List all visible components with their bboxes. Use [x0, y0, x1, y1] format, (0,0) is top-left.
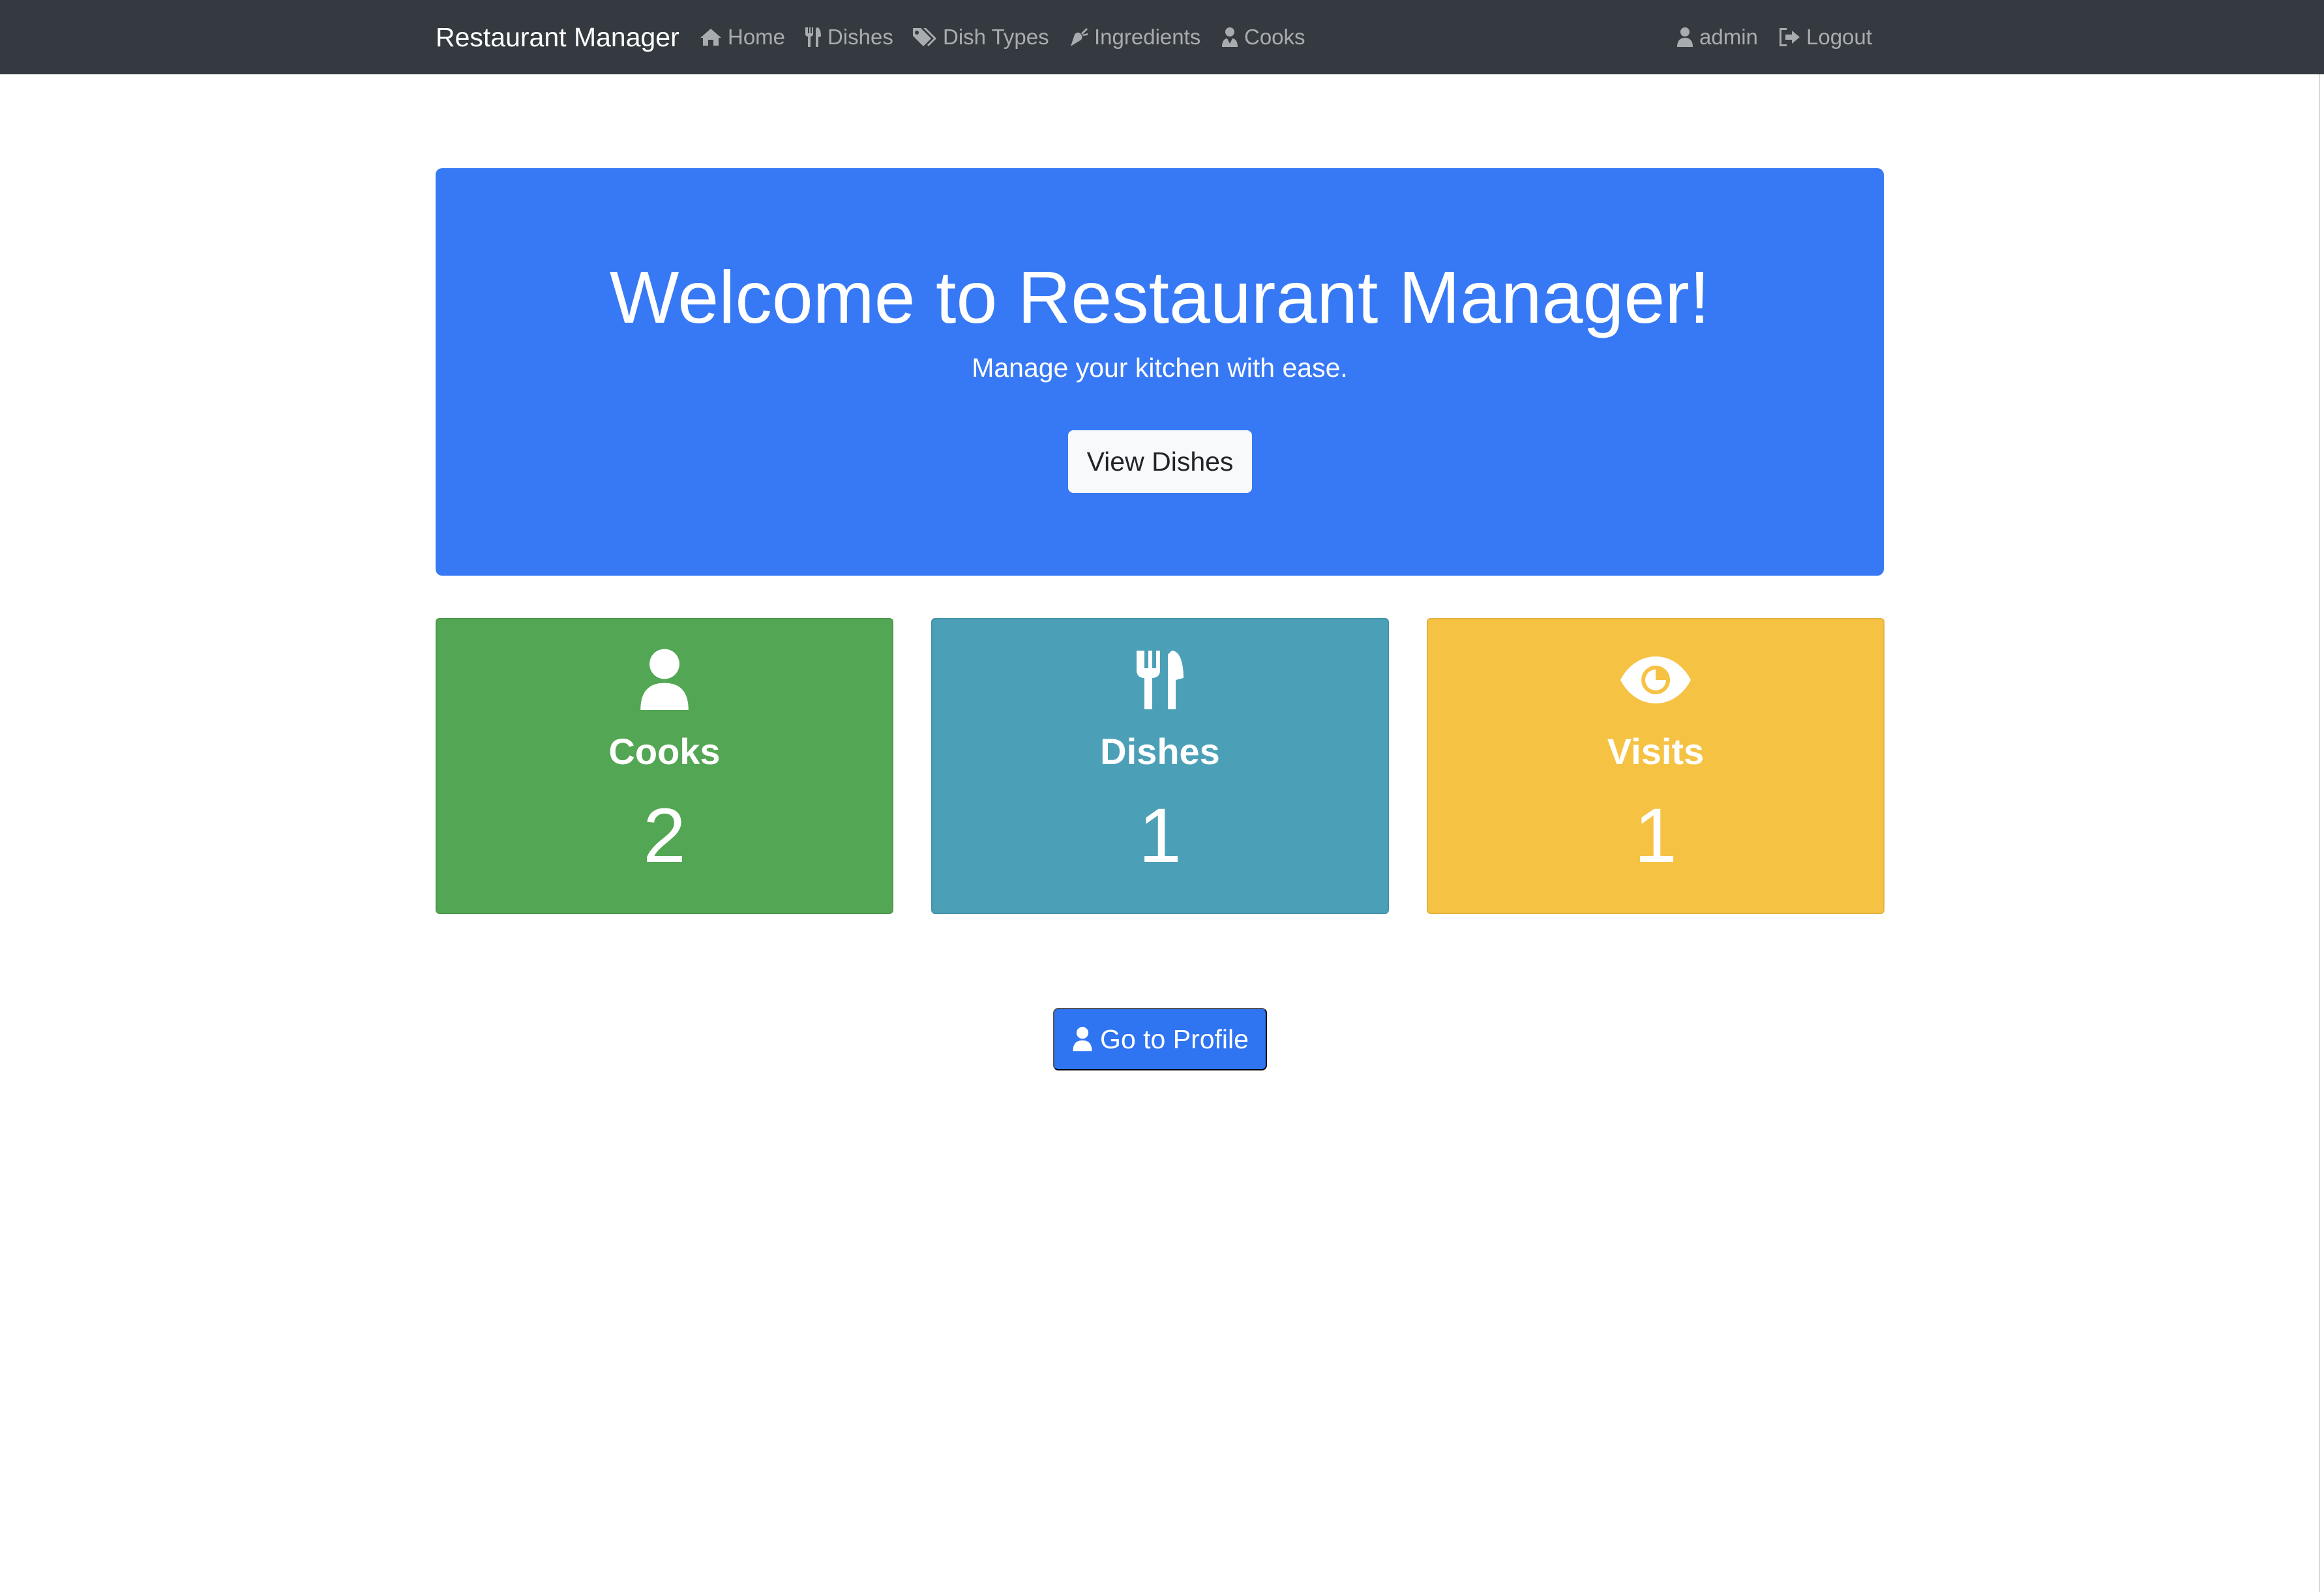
hero-subtitle: Manage your kitchen with ease.: [972, 353, 1348, 383]
nav-item-admin[interactable]: admin: [1676, 20, 1758, 55]
tags-icon: [913, 28, 936, 46]
eye-icon: [1620, 656, 1691, 703]
utensils-icon: [1137, 651, 1184, 709]
stat-label: Cooks: [608, 731, 721, 772]
stat-card-visits: Visits 1: [1427, 618, 1885, 914]
home-icon: [700, 29, 721, 46]
utensils-icon: [805, 27, 821, 47]
stat-label: Visits: [1607, 731, 1705, 772]
nav-item-label: admin: [1699, 25, 1758, 49]
stat-value: 1: [1634, 793, 1677, 879]
stat-card-cooks: Cooks 2: [436, 618, 893, 914]
nav-item-label: Home: [728, 25, 786, 49]
nav-item-home[interactable]: Home: [699, 20, 785, 55]
view-dishes-button[interactable]: View Dishes: [1068, 430, 1252, 493]
nav-item-cooks[interactable]: Cooks: [1221, 20, 1305, 55]
page-title: Welcome to Restaurant Manager!: [609, 256, 1710, 338]
user-icon: [1073, 1027, 1092, 1052]
nav-item-ingredients[interactable]: Ingredients: [1068, 20, 1200, 55]
nav-item-dishes[interactable]: Dishes: [804, 20, 893, 55]
nav-item-label: Logout: [1806, 25, 1872, 49]
scrollbar-track[interactable]: [2319, 74, 2324, 1592]
stat-label: Dishes: [1100, 731, 1220, 772]
profile-button-label: Go to Profile: [1100, 1024, 1249, 1054]
go-to-profile-button[interactable]: Go to Profile: [1053, 1008, 1267, 1070]
nav-item-label: Dish Types: [943, 25, 1049, 49]
carrot-icon: [1071, 28, 1088, 46]
navbar: Restaurant Manager Home Dishes Dish Type…: [0, 0, 2324, 74]
nav-item-dish-types[interactable]: Dish Types: [912, 20, 1049, 55]
welcome-jumbotron: Welcome to Restaurant Manager! Manage yo…: [436, 168, 1884, 576]
user-icon: [640, 649, 689, 710]
stat-value: 2: [643, 793, 686, 879]
user-icon: [1677, 27, 1693, 47]
nav-item-logout[interactable]: Logout: [1779, 20, 1872, 55]
nav-item-label: Ingredients: [1094, 25, 1201, 49]
nav-item-label: Dishes: [827, 25, 893, 49]
stat-card-dishes: Dishes 1: [931, 618, 1389, 914]
stat-value: 1: [1139, 793, 1182, 879]
sign-out-icon: [1780, 28, 1800, 46]
user-tie-icon: [1222, 27, 1238, 47]
page: Restaurant Manager Home Dishes Dish Type…: [0, 0, 2324, 1592]
navbar-brand[interactable]: Restaurant Manager: [436, 20, 679, 55]
nav-item-label: Cooks: [1244, 25, 1305, 49]
